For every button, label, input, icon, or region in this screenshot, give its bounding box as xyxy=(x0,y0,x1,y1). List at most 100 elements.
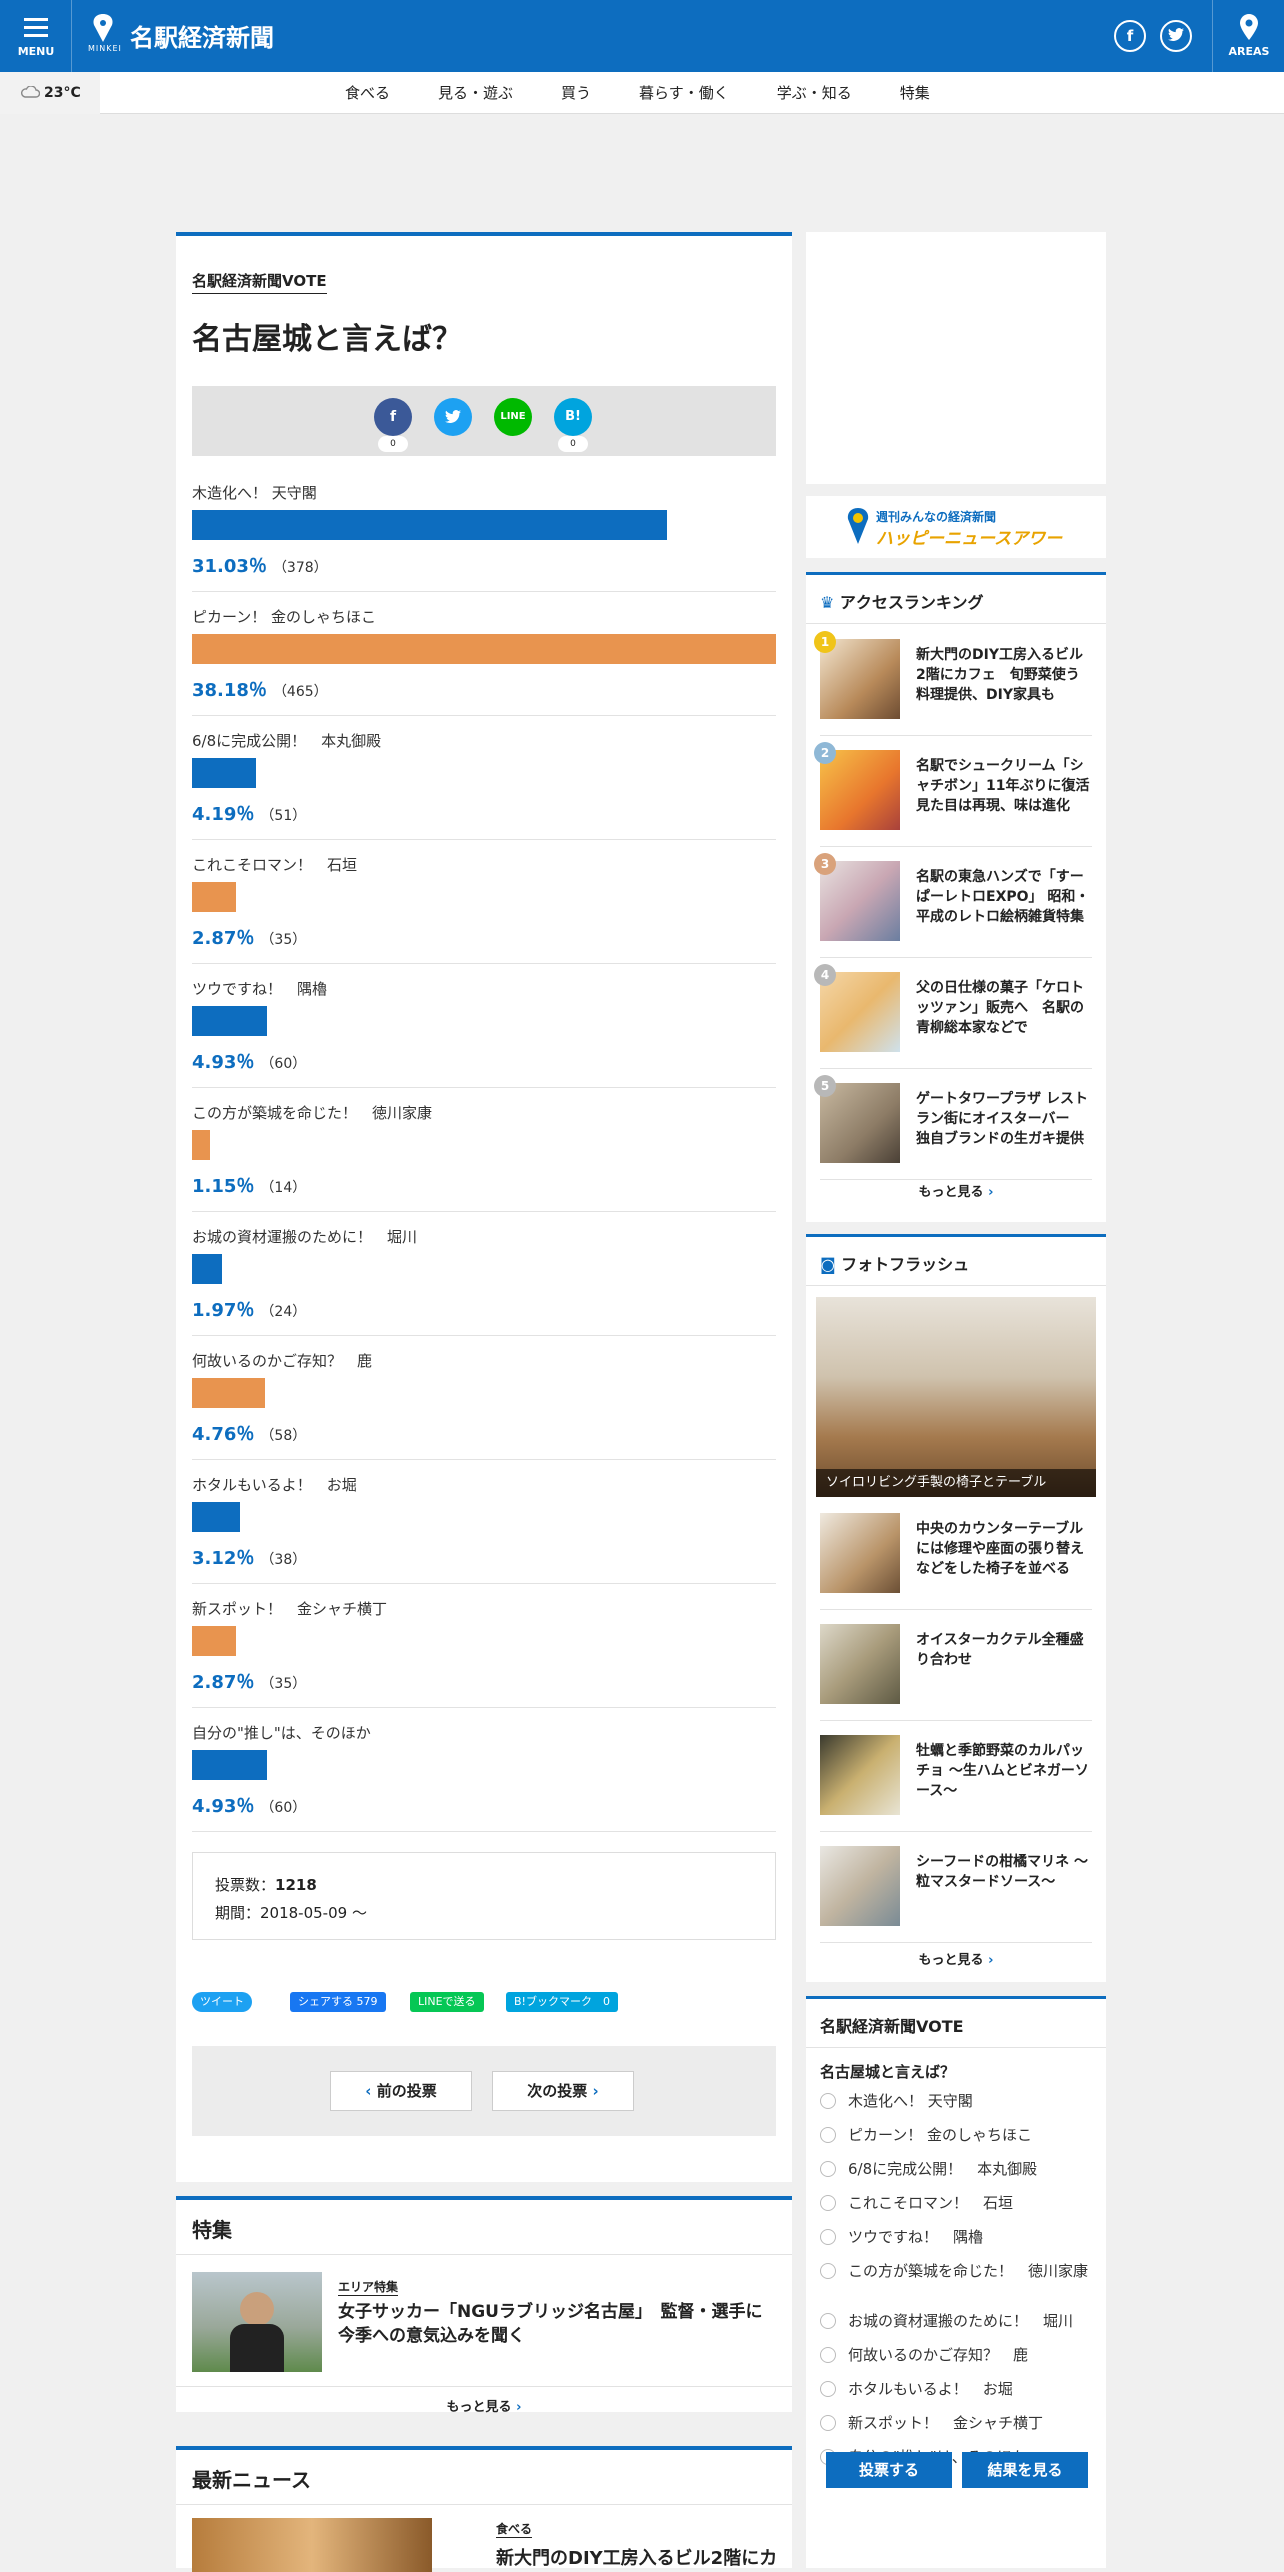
prev-vote-button[interactable]: ‹ 前の投票 xyxy=(330,2071,472,2111)
hatena-share-icon[interactable]: B! xyxy=(554,398,592,436)
vote-option-count: （38） xyxy=(260,1552,307,1568)
vote-radio-option[interactable]: ホタルもいるよ！ お堀 xyxy=(820,2379,1096,2399)
hna-logo-icon xyxy=(847,508,869,544)
facebook-share-button[interactable]: シェアする 579 xyxy=(290,1992,386,2012)
vote-results-button[interactable]: 結果を見る xyxy=(962,2452,1088,2488)
feature-thumbnail[interactable] xyxy=(192,2272,322,2372)
news-thumbnail[interactable] xyxy=(192,2518,432,2572)
vote-result-bar xyxy=(192,1750,267,1780)
nav-item[interactable]: 特集 xyxy=(900,72,930,114)
twitter-share-icon[interactable] xyxy=(434,398,472,436)
vote-result-bar xyxy=(192,510,667,540)
photo-item[interactable]: オイスターカクテル全種盛り合わせ xyxy=(820,1610,1092,1721)
photo-flash: ◙ フォトフラッシュ ソイロリビング手製の椅子とテーブル 中央のカウンターテーブ… xyxy=(806,1234,1106,1982)
photo-item[interactable]: 中央のカウンターテーブルには修理や座面の張り替えなどをした椅子を並べる xyxy=(820,1499,1092,1610)
photo-more-link[interactable]: もっと見る › xyxy=(806,1949,1106,1968)
vote-radio-option[interactable]: 木造化へ！ 天守閣 xyxy=(820,2091,1096,2111)
vote-radio-option[interactable]: 何故いるのかご存知？ 鹿 xyxy=(820,2345,1096,2365)
rank-number-badge: 5 xyxy=(814,1075,836,1097)
photo-main[interactable]: ソイロリビング手製の椅子とテーブル xyxy=(816,1297,1096,1497)
ranking-item[interactable]: 2 名駅でシュークリーム「シャチボン」11年ぶりに復活 見た目は再現、味は進化 xyxy=(814,736,1103,847)
vote-summary: 投票数：1218 期間：2018-05-09 ～ xyxy=(192,1852,776,1940)
radio-icon[interactable] xyxy=(820,2195,836,2211)
vote-radio-option[interactable]: これこそロマン！ 石垣 xyxy=(820,2193,1096,2213)
vote-option-percent: 2.87％ （35） xyxy=(192,1672,307,1693)
nav-item[interactable]: 学ぶ・知る xyxy=(777,72,852,114)
nav-item[interactable]: 食べる xyxy=(345,72,390,114)
radio-icon[interactable] xyxy=(820,2127,836,2143)
facebook-icon[interactable]: f xyxy=(1114,20,1146,52)
vote-radio-option[interactable]: 新スポット！ 金シャチ横丁 xyxy=(820,2413,1096,2433)
rank-number-badge: 2 xyxy=(814,742,836,764)
vote-option-percent: 31.03％ （378） xyxy=(192,556,328,577)
weather-temp: 23°C xyxy=(44,85,81,101)
vote-article: 名駅経済新聞VOTE 名古屋城と言えば？ f 0 LINE B! 0 木造化へ！… xyxy=(176,232,792,2182)
vote-radio-label: 木造化へ！ 天守閣 xyxy=(848,2092,973,2110)
ranking-item[interactable]: 3 名駅の東急ハンズで「すーぱーレトロEXPO」 昭和・平成のレトロ絵柄雑貨特集 xyxy=(814,847,1092,958)
vote-radio-option[interactable]: この方が築城を命じた！ 徳川家康 xyxy=(820,2261,1096,2281)
radio-icon[interactable] xyxy=(820,2093,836,2109)
tweet-button[interactable]: ツイート xyxy=(192,1992,252,2012)
chevron-right-icon: › xyxy=(983,1953,994,1968)
vote-option-count: （60） xyxy=(260,1800,307,1816)
vote-result-bar xyxy=(192,634,776,664)
areas-button[interactable]: AREAS xyxy=(1212,0,1284,72)
weather-widget: 23°C xyxy=(0,72,100,114)
vote-option: 木造化へ！ 天守閣 31.03％ （378） xyxy=(192,468,776,592)
radio-icon[interactable] xyxy=(820,2161,836,2177)
nav-item[interactable]: 買う xyxy=(561,72,591,114)
vote-option: 何故いるのかご存知？ 鹿 4.76％ （58） xyxy=(192,1336,776,1460)
vote-title: 名古屋城と言えば？ xyxy=(192,322,462,357)
vote-submit-button[interactable]: 投票する xyxy=(826,2452,952,2488)
chevron-left-icon: ‹ xyxy=(365,2082,377,2100)
vote-option-label: この方が築城を命じた！ 徳川家康 xyxy=(192,1104,433,1122)
photo-item[interactable]: シーフードの柑橘マリネ ～粒マスタードソース～ xyxy=(820,1832,1092,1943)
radio-icon[interactable] xyxy=(820,2347,836,2363)
radio-icon[interactable] xyxy=(820,2229,836,2245)
feature-heading: 特集 xyxy=(192,2218,232,2242)
crown-icon: ♛ xyxy=(820,593,840,612)
photo-item-title: 牡蠣と季節野菜のカルパッチョ ～生ハムとビネガーソース～ xyxy=(916,1743,1089,1799)
nav-item[interactable]: 暮らす・働く xyxy=(639,72,729,114)
hatena-bookmark-button[interactable]: B!ブックマーク 0 xyxy=(506,1992,618,2012)
ranking-title: 名駅の東急ハンズで「すーぱーレトロEXPO」 昭和・平成のレトロ絵柄雑貨特集 xyxy=(916,869,1090,925)
radio-icon[interactable] xyxy=(820,2313,836,2329)
photo-caption: ソイロリビング手製の椅子とテーブル xyxy=(816,1469,1096,1497)
photo-item[interactable]: 牡蠣と季節野菜のカルパッチョ ～生ハムとビネガーソース～ xyxy=(820,1721,1092,1832)
vote-option-count: （35） xyxy=(260,932,307,948)
happy-news-hour-banner[interactable]: 週刊みんなの経済新聞 ハッピーニュースアワー xyxy=(806,496,1106,558)
news-tag[interactable]: 食べる xyxy=(496,2520,533,2538)
feature-more-link[interactable]: もっと見る › xyxy=(176,2396,792,2415)
photo-item-title: シーフードの柑橘マリネ ～粒マスタードソース～ xyxy=(916,1854,1089,1890)
feature-tag[interactable]: エリア特集 xyxy=(338,2278,399,2296)
ranking-more-link[interactable]: もっと見る › xyxy=(806,1181,1106,1200)
vote-radio-option[interactable]: ツウですね！ 隅櫓 xyxy=(820,2227,1096,2247)
ranking-item[interactable]: 5 ゲートタワープラザ レストラン街にオイスターバー 独自ブランドの生ガキ提供 xyxy=(814,1069,1092,1180)
twitter-icon[interactable] xyxy=(1160,20,1192,52)
ranking-thumbnail xyxy=(820,750,900,830)
feature-title[interactable]: 女子サッカー「NGUラブリッジ名古屋」 監督・選手に今季への意気込みを聞く xyxy=(338,2300,778,2348)
line-share-icon[interactable]: LINE xyxy=(494,398,532,436)
line-send-button[interactable]: LINEで送る xyxy=(410,1992,484,2012)
vote-option-percent: 1.15％ （14） xyxy=(192,1176,307,1197)
cloud-icon xyxy=(21,85,41,98)
ranking-item[interactable]: 4 父の日仕様の菓子「ケロトッツァン」販売へ 名駅の青柳総本家などで xyxy=(814,958,1092,1069)
news-title[interactable]: 新大門のDIY工房入るビル2階にカ xyxy=(496,2544,777,2570)
vote-option-count: （465） xyxy=(272,684,328,700)
vote-option-count: （14） xyxy=(260,1180,307,1196)
radio-icon[interactable] xyxy=(820,2263,836,2279)
vote-radio-option[interactable]: お城の資材運搬のために！ 堀川 xyxy=(820,2311,1096,2331)
vote-radio-option[interactable]: ピカーン！ 金のしゃちほこ xyxy=(820,2125,1096,2145)
vote-option-count: （58） xyxy=(260,1428,307,1444)
facebook-share-icon[interactable]: f xyxy=(374,398,412,436)
nav-item[interactable]: 見る・遊ぶ xyxy=(438,72,513,114)
share-box: f 0 LINE B! 0 xyxy=(192,386,776,456)
radio-icon[interactable] xyxy=(820,2381,836,2397)
radio-icon[interactable] xyxy=(820,2415,836,2431)
vote-radio-option[interactable]: 6/8に完成公開！ 本丸御殿 xyxy=(820,2159,1096,2179)
next-vote-button[interactable]: 次の投票 › xyxy=(492,2071,634,2111)
vote-option-count: （35） xyxy=(260,1676,307,1692)
menu-button[interactable]: MENU xyxy=(0,0,72,72)
ranking-item[interactable]: 1 新大門のDIY工房入るビル2階にカフェ 旬野菜使う料理提供、DIY家具も xyxy=(814,625,1092,736)
chevron-right-icon: › xyxy=(983,1185,994,1200)
